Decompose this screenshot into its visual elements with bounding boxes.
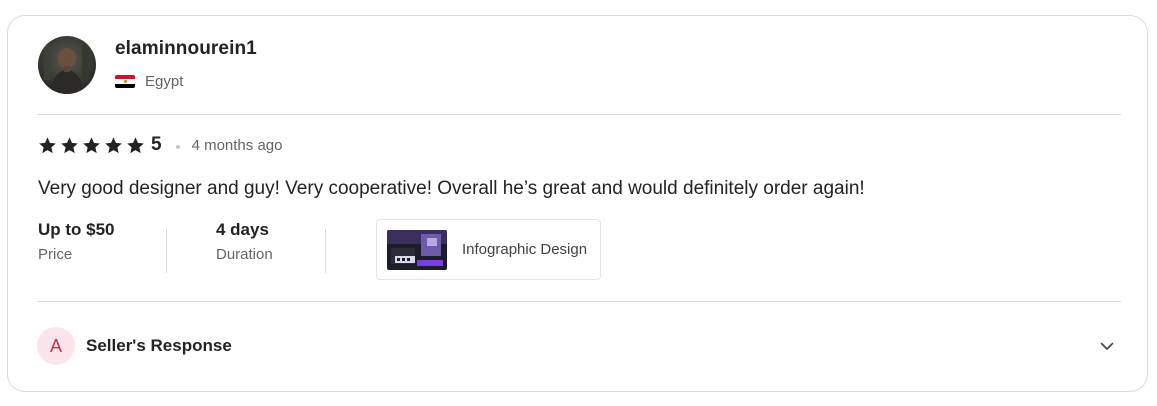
- star-icon: [83, 136, 100, 153]
- star-icon: [105, 136, 122, 153]
- meta-divider: [325, 229, 326, 273]
- rating-row: 5 4 months ago: [38, 134, 282, 156]
- rating-value: 5: [151, 134, 162, 155]
- response-divider: [37, 301, 1121, 302]
- gig-image-icon: [387, 229, 447, 270]
- chevron-down-icon[interactable]: [1099, 338, 1115, 354]
- seller-response-label: Seller's Response: [86, 336, 232, 355]
- duration-value: 4 days: [216, 220, 269, 239]
- review-text: Very good designer and guy! Very coopera…: [38, 178, 865, 199]
- duration-meta: 4 days Duration: [216, 220, 273, 263]
- price-label: Price: [38, 246, 73, 263]
- seller-response-toggle[interactable]: A Seller's Response: [37, 327, 1121, 365]
- meta-divider: [166, 229, 167, 273]
- star-icon: [39, 136, 56, 153]
- duration-label: Duration: [216, 246, 273, 263]
- reviewer-avatar[interactable]: [38, 36, 96, 94]
- reviewer-username[interactable]: elaminnourein1: [115, 38, 257, 60]
- price-meta: Up to $50 Price: [38, 220, 115, 263]
- star-icon: [127, 136, 144, 153]
- gig-title: Infographic Design: [462, 241, 588, 258]
- gig-card[interactable]: Infographic Design: [376, 219, 601, 280]
- review-time: 4 months ago: [191, 136, 283, 154]
- header-divider: [37, 114, 1121, 115]
- star-icon: [61, 136, 78, 153]
- user-photo-icon: [38, 36, 96, 94]
- review-card: elaminnourein1 Egypt 5 4 months ago Very…: [7, 15, 1148, 392]
- reviewer-country: Egypt: [115, 73, 183, 90]
- egypt-flag-icon: [115, 75, 135, 88]
- star-rating: [38, 136, 145, 155]
- price-value: Up to $50: [38, 220, 115, 239]
- gig-thumbnail: [387, 229, 447, 270]
- country-name: Egypt: [145, 73, 184, 90]
- seller-avatar: A: [37, 327, 75, 365]
- separator-dot: [175, 145, 180, 149]
